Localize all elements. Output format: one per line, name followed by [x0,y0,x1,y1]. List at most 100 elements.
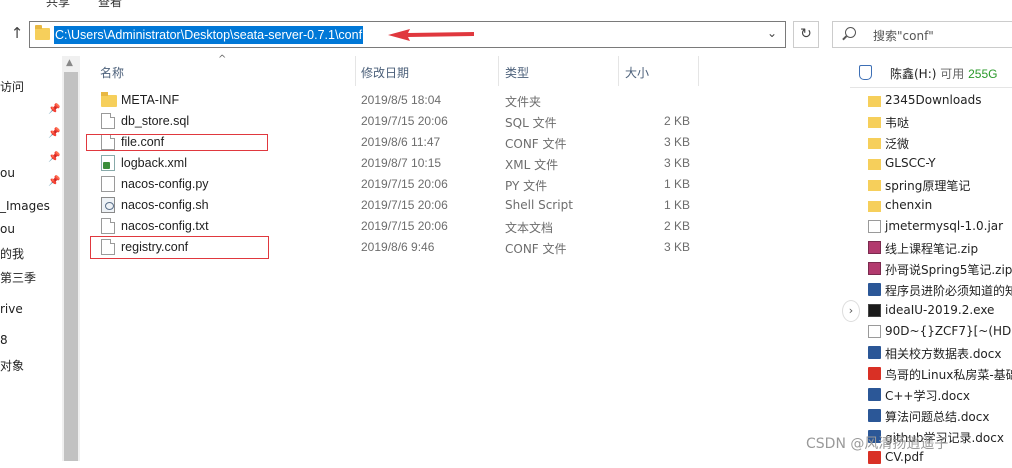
file-name[interactable]: nacos-config.py [121,177,209,191]
file-name[interactable]: logback.xml [121,156,187,170]
address-path[interactable]: C:\Users\Administrator\Desktop\seata-ser… [54,26,364,44]
file-row[interactable]: META-INF 2019/8/5 18:04 文件夹 [80,90,850,111]
scrollbar-thumb[interactable] [64,72,78,461]
file-size: 3 KB [663,135,690,149]
zip-file-icon [868,262,881,275]
list-item[interactable]: 孙哥说Spring5笔记.zip [868,258,1012,279]
list-item[interactable]: 2345Downloads [868,90,1012,111]
list-item[interactable]: ideaIU-2019.2.exe [868,300,1012,321]
file-type: SQL 文件 [505,116,557,130]
nav-item[interactable]: 8 [0,333,8,347]
address-bar-row: ↑ C:\Users\Administrator\Desktop\seata-s… [0,14,1012,56]
list-item[interactable]: C++学习.docx [868,384,1012,405]
file-row[interactable]: nacos-config.txt 2019/7/15 20:06 文本文档 2 … [80,216,850,237]
highlight-box-file-conf [86,134,268,151]
file-row[interactable]: db_store.sql 2019/7/15 20:06 SQL 文件 2 KB [80,111,850,132]
file-size: 3 KB [663,156,690,170]
column-divider[interactable] [698,56,699,86]
list-item-label: 鸟哥的Linux私房菜-基础 [885,368,1012,382]
image-file-icon [868,325,881,338]
red-arrow-annotation [388,29,474,41]
list-item[interactable]: 程序员进阶必须知道的知 [868,279,1012,300]
ribbon-tabs: 共享 查看 [0,0,1012,14]
list-item[interactable]: 算法问题总结.docx [868,405,1012,426]
column-divider[interactable] [355,56,356,86]
word-doc-icon [868,409,881,422]
file-row[interactable]: nacos-config.sh 2019/7/15 20:06 Shell Sc… [80,195,850,216]
nav-item[interactable]: 访问 [0,78,24,95]
scroll-up-icon[interactable]: ▲ [66,58,73,68]
list-item[interactable]: 泛微 [868,132,1012,153]
folder-icon [868,96,881,107]
list-item-label: 相关校方数据表.docx [885,347,1002,361]
nav-scrollbar[interactable]: ▲ [62,56,80,461]
column-header-name[interactable]: 名称 [100,64,124,81]
file-type: Shell Script [505,198,573,212]
word-doc-icon [868,388,881,401]
list-item[interactable]: jmetermysql-1.0.jar [868,216,1012,237]
nav-item[interactable]: 第三季 [0,269,36,286]
zip-file-icon [868,241,881,254]
column-header-date[interactable]: 修改日期 [361,64,409,81]
file-row[interactable]: logback.xml 2019/8/7 10:15 XML 文件 3 KB [80,153,850,174]
pin-icon[interactable]: 📌 [48,104,60,115]
watermark: CSDN @风清扬逍遥子 [806,436,949,452]
list-item[interactable]: spring原理笔记 [868,174,1012,195]
file-type: CONF 文件 [505,242,567,256]
pin-icon[interactable]: 📌 [48,128,60,139]
file-name[interactable]: META-INF [121,93,179,107]
file-date: 2019/8/6 9:46 [361,240,435,254]
drive-title: 陈鑫(H:) 可用 255G [890,65,997,82]
file-name[interactable]: db_store.sql [121,114,189,128]
file-date: 2019/7/15 20:06 [361,198,448,212]
exe-file-icon [868,304,881,317]
list-item-label: 算法问题总结.docx [885,410,990,424]
list-item[interactable]: GLSCC-Y [868,153,1012,174]
nav-item[interactable]: _Images [0,199,50,213]
file-date: 2019/8/5 18:04 [361,93,442,107]
list-item[interactable]: 鸟哥的Linux私房菜-基础 [868,363,1012,384]
list-item[interactable]: 相关校方数据表.docx [868,342,1012,363]
column-header-size[interactable]: 大小 [625,64,649,81]
folder-icon [868,117,881,128]
list-item[interactable]: 线上课程笔记.zip [868,237,1012,258]
folder-icon [868,159,881,170]
nav-item[interactable]: ou [0,166,15,180]
file-row[interactable]: nacos-config.py 2019/7/15 20:06 PY 文件 1 … [80,174,850,195]
list-item[interactable]: 90D~{}ZCF7}[~(HD1)D [868,321,1012,342]
nav-item[interactable]: 对象 [0,357,24,374]
file-date: 2019/7/15 20:06 [361,219,448,233]
pin-icon[interactable]: 📌 [48,176,60,187]
file-size: 1 KB [663,177,690,191]
file-name[interactable]: nacos-config.txt [121,219,209,233]
list-item-label: chenxin [885,198,933,212]
nav-item[interactable]: rive [0,302,23,316]
refresh-icon[interactable]: ↻ [793,21,819,48]
shell-script-icon [101,197,115,213]
pin-icon[interactable]: 📌 [48,152,60,163]
folder-icon [101,92,117,107]
up-arrow-icon[interactable]: ↑ [8,24,26,46]
list-item[interactable]: chenxin [868,195,1012,216]
chevron-down-icon[interactable]: ⌄ [767,26,777,40]
list-item[interactable]: 韦哒 [868,111,1012,132]
file-type: 文本文档 [505,221,554,235]
column-header-type[interactable]: 类型 [505,64,529,81]
list-item-label: GLSCC-Y [885,156,936,170]
ribbon-tab-share[interactable]: 共享 [46,0,70,10]
search-icon [845,27,856,38]
nav-item[interactable]: 的我 [0,245,24,262]
column-divider[interactable] [618,56,619,86]
navigation-pane: 访问 📌 📌 ou 📌 📌 _Images ou 的我 第三季 rive 8 对… [0,56,62,461]
list-item-label: 程序员进阶必须知道的知 [885,284,1012,298]
file-name[interactable]: nacos-config.sh [121,198,209,212]
nav-item[interactable]: ou [0,222,15,236]
chevron-right-icon[interactable]: › [842,300,860,322]
drive-header: 陈鑫(H:) 可用 255G [850,56,1012,88]
search-input[interactable]: 搜索"conf" [832,21,1012,48]
free-label: 可用 [940,67,965,81]
file-type: XML 文件 [505,158,559,172]
ribbon-tab-view[interactable]: 查看 [98,0,122,10]
column-headers: ^ 名称 修改日期 类型 大小 [80,54,850,86]
column-divider[interactable] [498,56,499,86]
